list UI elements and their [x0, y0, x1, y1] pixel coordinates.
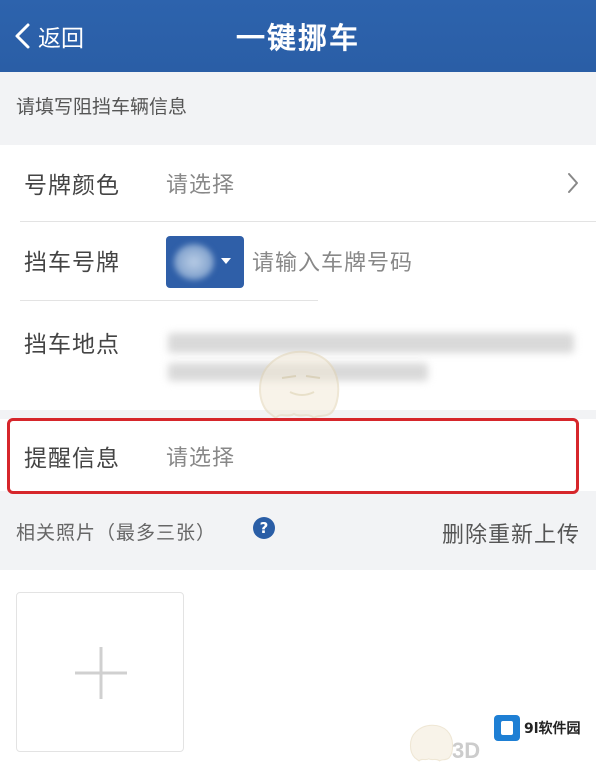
add-photo-button[interactable] [16, 592, 184, 752]
watermark-3d-text: 3D [452, 738, 481, 763]
divider [20, 300, 318, 301]
delete-reupload-button[interactable]: 删除重新上传 [442, 517, 580, 549]
nav-bar: 返回 一键挪车 [0, 0, 596, 72]
plate-color-row[interactable]: 号牌颜色 请选择 [0, 145, 596, 221]
highlight-annotation [7, 418, 579, 494]
caret-down-icon [221, 258, 231, 264]
plate-number-input[interactable] [252, 243, 572, 283]
watermark-ghost-icon [259, 350, 340, 420]
site-watermark-text: 9l软件园 [524, 721, 581, 737]
section-title: 请填写阻挡车辆信息 [16, 96, 188, 118]
plate-color-value: 请选择 [166, 173, 236, 198]
site-logo-icon [494, 715, 520, 741]
photos-title: 相关照片（最多三张） [16, 522, 217, 544]
province-value-blurred [174, 244, 214, 280]
plate-number-label: 挡车号牌 [24, 250, 120, 276]
help-icon[interactable]: ? [252, 516, 276, 540]
site-watermark-logo: 9l软件园 [494, 715, 581, 741]
svg-text:?: ? [260, 519, 269, 537]
plate-province-select[interactable] [166, 236, 244, 288]
back-label: 返回 [38, 26, 84, 52]
back-button[interactable]: 返回 [12, 18, 84, 54]
plus-icon [75, 647, 127, 699]
plate-color-label: 号牌颜色 [24, 173, 120, 199]
chevron-left-icon [15, 23, 30, 49]
location-value-blurred [168, 333, 574, 353]
location-label: 挡车地点 [24, 332, 120, 358]
page-title: 一键挪车 [235, 21, 360, 55]
chevron-right-icon [568, 173, 578, 193]
